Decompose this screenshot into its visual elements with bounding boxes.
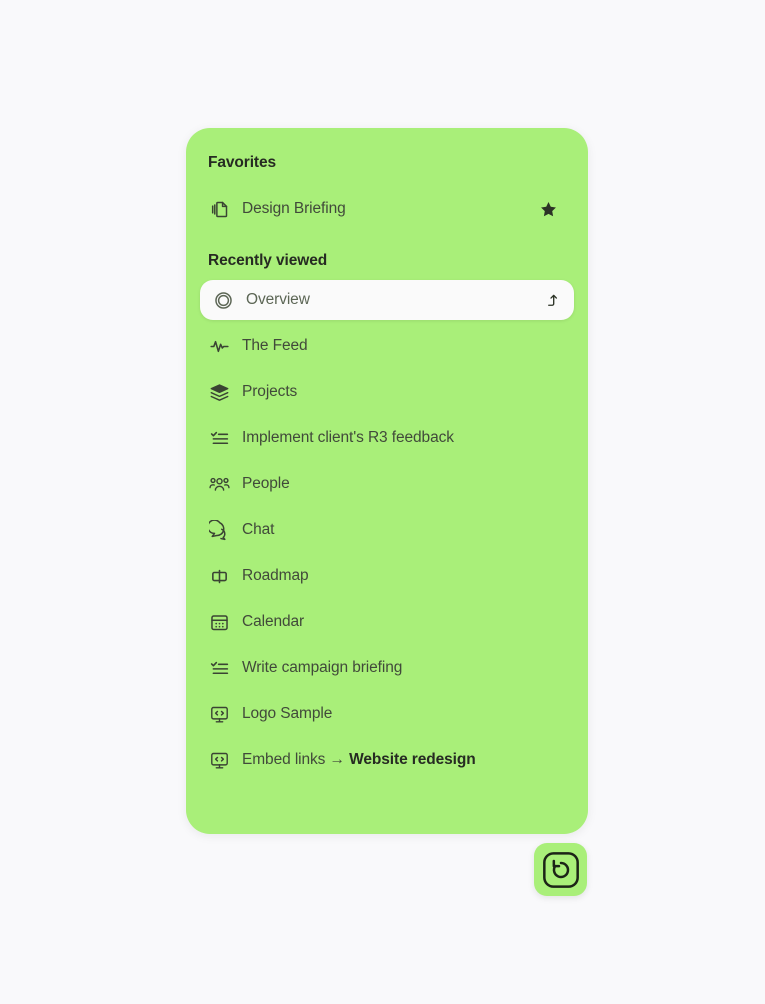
list-item-implement-client-r3-feedback[interactable]: Implement client's R3 feedback: [206, 418, 568, 458]
list-item-label: Overview: [246, 291, 310, 308]
list-item-calendar[interactable]: Calendar: [206, 602, 568, 642]
star-filled-icon[interactable]: [539, 200, 558, 219]
calendar-icon: [208, 611, 230, 633]
list-item-label: Logo Sample: [242, 705, 333, 722]
app-stage: Favorites Design Briefing Recently viewe…: [0, 0, 765, 1004]
list-item-label-prefix: Embed links →: [242, 751, 350, 768]
list-item-people[interactable]: People: [206, 464, 568, 504]
checklist-task-icon: [208, 427, 230, 449]
list-item-embed-links-website-redesign[interactable]: Embed links → Website redesign: [206, 740, 568, 780]
list-item-overview[interactable]: Overview: [200, 280, 574, 320]
list-item-logo-sample[interactable]: Logo Sample: [206, 694, 568, 734]
favorite-item-design-briefing[interactable]: Design Briefing: [206, 188, 568, 230]
list-item-projects[interactable]: Projects: [206, 372, 568, 412]
list-item-label: Roadmap: [242, 567, 309, 584]
recently-viewed-section-title: Recently viewed: [208, 252, 328, 269]
checklist-task-icon: [208, 657, 230, 679]
people-group-icon: [208, 473, 230, 495]
list-item-label: Implement client's R3 feedback: [242, 429, 454, 446]
double-circle-icon: [212, 289, 234, 311]
list-item-chat[interactable]: Chat: [206, 510, 568, 550]
list-item-label: Chat: [242, 521, 275, 538]
list-item-roadmap[interactable]: Roadmap: [206, 556, 568, 596]
favorites-section-title: Favorites: [208, 154, 277, 171]
roadmap-bar-icon: [208, 565, 230, 587]
list-item-label: People: [242, 475, 290, 492]
list-item-label: Write campaign briefing: [242, 659, 403, 676]
list-item-label: Projects: [242, 383, 298, 400]
embed-code-monitor-icon: [208, 703, 230, 725]
restore-history-icon: [542, 851, 579, 888]
favorite-item-label: Design Briefing: [242, 200, 346, 217]
chat-bubbles-icon: [208, 519, 230, 541]
list-item-write-campaign-briefing[interactable]: Write campaign briefing: [206, 648, 568, 688]
activity-pulse-icon: [208, 335, 230, 357]
restore-history-button[interactable]: [534, 843, 587, 896]
list-item-label: Calendar: [242, 613, 305, 630]
embed-code-monitor-icon: [208, 749, 230, 771]
sidebar-panel: Favorites Design Briefing Recently viewe…: [186, 128, 588, 834]
list-item-label: Embed links → Website redesign: [242, 751, 476, 769]
stacked-layers-icon: [208, 381, 230, 403]
list-item-the-feed[interactable]: The Feed: [206, 326, 568, 366]
recently-viewed-list: Overview The Feed Projects Implement cli…: [200, 280, 574, 780]
list-item-label-emphasis: Website redesign: [349, 751, 476, 768]
copy-documents-icon: [208, 198, 230, 220]
arrow-turn-up-icon[interactable]: [542, 291, 560, 309]
list-item-label: The Feed: [242, 337, 308, 354]
